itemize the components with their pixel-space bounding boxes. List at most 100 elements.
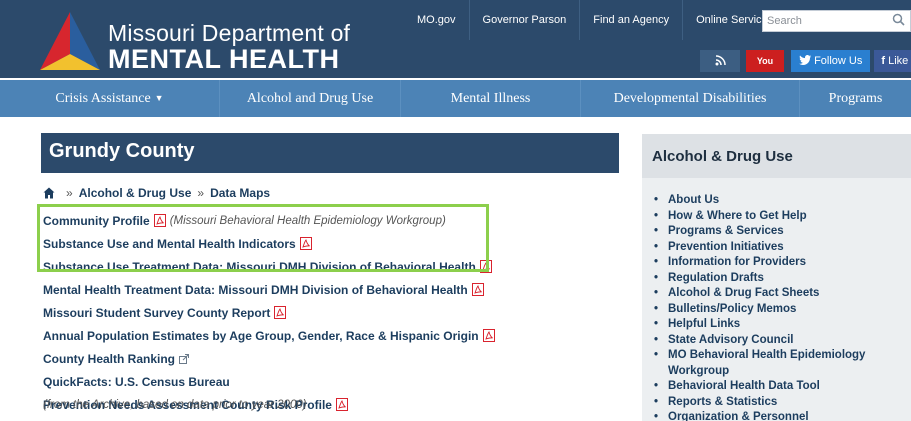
- sidebar-item-label: Regulation Drafts: [668, 271, 764, 284]
- population-estimates-link[interactable]: Annual Population Estimates by Age Group…: [43, 329, 479, 343]
- sidebar-item-label: Prevention Initiatives: [668, 240, 784, 253]
- archive-note: (from the Archive, based on data prior t…: [43, 399, 307, 411]
- rss-icon[interactable]: [700, 50, 740, 72]
- sidebar-item-prevention[interactable]: • Prevention Initiatives: [654, 240, 865, 256]
- sidebar-item-reports[interactable]: • Reports & Statistics: [654, 395, 865, 411]
- top-navigation: MO.gov Governor Parson Find an Agency On…: [404, 0, 786, 40]
- breadcrumb-data-maps[interactable]: Data Maps: [210, 186, 270, 200]
- sidebar-item-get-help[interactable]: • How & Where to Get Help: [654, 209, 865, 225]
- site-header: Missouri Department of MENTAL HEALTH MO.…: [0, 0, 911, 88]
- sidebar-item-epidemiology-workgroup[interactable]: • MO Behavioral Health Epidemiology Workgr…: [654, 348, 865, 379]
- topnav-governor-parson[interactable]: Governor Parson: [468, 0, 580, 40]
- sidebar-item-helpful-links[interactable]: • Helpful Links: [654, 317, 865, 333]
- sidebar-item-label-line2: Workgroup: [668, 364, 730, 377]
- bullet-icon: •: [654, 287, 659, 299]
- breadcrumb-alcohol-drug-use[interactable]: Alcohol & Drug Use: [79, 186, 192, 200]
- sidebar-item-label: Organization & Personnel: [668, 411, 809, 421]
- nav-programs[interactable]: Programs: [800, 80, 911, 117]
- logo-text-line2: MENTAL HEALTH: [108, 44, 340, 74]
- bullet-icon: •: [654, 380, 659, 392]
- youtube-icon[interactable]: You Tube: [746, 50, 784, 88]
- logo-text-line1: Missouri Department of: [108, 20, 351, 46]
- bullet-icon: •: [654, 349, 659, 361]
- quickfacts-link[interactable]: QuickFacts: U.S. Census Bureau: [43, 375, 230, 389]
- page-title-bar: Grundy County: [41, 133, 619, 173]
- sidebar-item-label: Information for Providers: [668, 256, 807, 268]
- highlight-box: [37, 204, 489, 272]
- sidebar-item-label: MO Behavioral Health Epidemiology Workgro…: [668, 348, 865, 379]
- external-link-icon: [179, 353, 190, 364]
- sidebar-item-label: How & Where to Get Help: [668, 209, 807, 222]
- facebook-icon: f: [881, 55, 886, 67]
- pdf-icon: [274, 306, 287, 319]
- page-title: Grundy County: [49, 140, 195, 162]
- twitter-icon: [799, 55, 814, 67]
- list-item: QuickFacts: U.S. Census Bureau: [43, 370, 603, 393]
- sidebar-item-label: Bulletins/Policy Memos: [668, 302, 797, 315]
- sidebar-item-data-tool[interactable]: • Behavioral Health Data Tool: [654, 379, 865, 395]
- social-links: You Tube Follow Us f Like U: [700, 50, 911, 88]
- nav-crisis-assistance[interactable]: Crisis Assistance ▼: [0, 80, 220, 117]
- breadcrumb-separator: »: [66, 186, 73, 200]
- like-label: Like U: [888, 55, 911, 67]
- bullet-icon: •: [654, 302, 659, 315]
- sidebar-item-fact-sheets[interactable]: • Alcohol & Drug Fact Sheets: [654, 286, 865, 302]
- sidebar-item-label: State Advisory Council: [668, 333, 794, 346]
- topnav-mo-gov[interactable]: MO.gov: [404, 0, 469, 40]
- county-health-ranking-link[interactable]: County Health Ranking: [43, 352, 175, 366]
- list-item: Mental Health Treatment Data: Missouri D…: [43, 278, 603, 301]
- sidebar-item-regulation-drafts[interactable]: • Regulation Drafts: [654, 271, 865, 287]
- bullet-icon: •: [654, 194, 659, 206]
- bullet-icon: •: [654, 318, 659, 330]
- sidebar-item-organization[interactable]: • Organization & Personnel: [654, 410, 865, 421]
- bullet-icon: •: [654, 395, 659, 408]
- dmh-logo[interactable]: [36, 10, 104, 72]
- nav-developmental-disabilities[interactable]: Developmental Disabilities: [581, 80, 800, 117]
- nav-alcohol-drug-use[interactable]: Alcohol and Drug Use: [220, 80, 401, 117]
- bullet-icon: •: [654, 225, 659, 237]
- bullet-icon: •: [654, 256, 659, 268]
- list-item: Missouri Student Survey County Report: [43, 301, 603, 324]
- caret-down-icon: ▼: [154, 93, 164, 103]
- sidebar-item-about-us[interactable]: • About Us: [654, 193, 865, 209]
- follow-label: Follow Us: [814, 55, 863, 67]
- sidebar-item-label: About Us: [668, 194, 720, 206]
- breadcrumb-separator: »: [197, 186, 205, 200]
- bullet-icon: •: [654, 411, 659, 421]
- bullet-icon: •: [654, 209, 659, 222]
- sidebar-item-label: Helpful Links: [668, 318, 741, 330]
- sidebar-header: Alcohol & Drug Use: [642, 134, 911, 178]
- sidebar-item-label: Alcohol & Drug Fact Sheets: [668, 287, 820, 299]
- search-icon[interactable]: [890, 13, 906, 29]
- sidebar-item-bulletins[interactable]: • Bulletins/Policy Memos: [654, 302, 865, 318]
- breadcrumb: » Alcohol & Drug Use » Data Maps: [43, 186, 270, 200]
- facebook-like-button[interactable]: f Like U: [874, 50, 911, 72]
- main-navigation: Crisis Assistance ▼ Alcohol and Drug Use …: [0, 80, 911, 117]
- sidebar-item-label: Behavioral Health Data Tool: [668, 380, 820, 392]
- twitter-follow-button[interactable]: Follow Us: [791, 50, 871, 72]
- pdf-icon: [335, 398, 348, 411]
- bullet-icon: •: [654, 271, 659, 284]
- mental-health-treatment-link[interactable]: Mental Health Treatment Data: Missouri D…: [43, 283, 468, 297]
- sidebar-item-providers[interactable]: • Information for Providers: [654, 255, 865, 271]
- student-survey-link[interactable]: Missouri Student Survey County Report: [43, 306, 270, 320]
- sidebar-item-label: Reports & Statistics: [668, 395, 778, 408]
- list-item: County Health Ranking: [43, 347, 603, 370]
- home-icon[interactable]: [43, 187, 55, 199]
- topnav-find-agency[interactable]: Find an Agency: [579, 0, 682, 40]
- search-box: [762, 10, 911, 32]
- sidebar-item-programs-services[interactable]: • Programs & Services: [654, 224, 865, 240]
- nav-crisis-assistance-label: Crisis Assistance: [55, 91, 151, 106]
- sidebar-item-label-line1: MO Behavioral Health Epidemiology: [668, 349, 866, 361]
- sidebar-menu: • About Us • How & Where to Get Help • Prog…: [654, 193, 865, 421]
- pdf-icon: [471, 283, 484, 296]
- sidebar-item-advisory-council[interactable]: • State Advisory Council: [654, 333, 865, 349]
- sidebar-item-label: Programs & Services: [668, 225, 784, 237]
- bullet-icon: •: [654, 333, 659, 346]
- bullet-icon: •: [654, 240, 659, 253]
- sidebar: Alcohol & Drug Use • About Us • How & Wher…: [642, 134, 911, 421]
- nav-mental-illness[interactable]: Mental Illness: [401, 80, 581, 117]
- sidebar-title: Alcohol & Drug Use: [652, 148, 793, 165]
- pdf-icon: [482, 329, 495, 342]
- search-input[interactable]: [767, 13, 887, 29]
